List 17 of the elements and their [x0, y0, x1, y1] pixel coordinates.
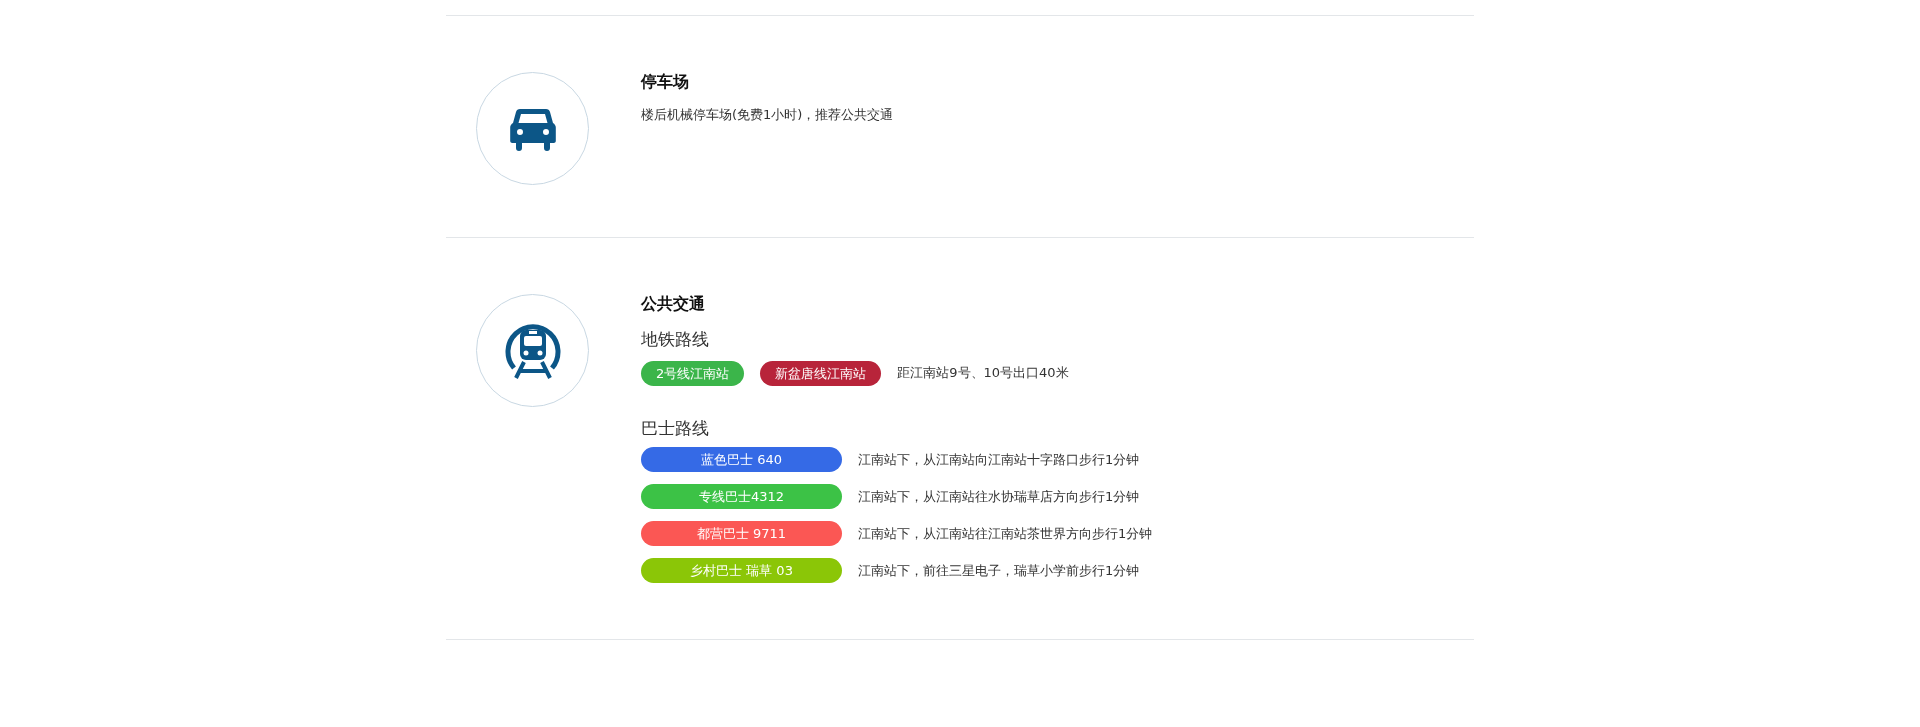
subway-heading: 地铁路线 [641, 328, 710, 352]
bus-heading: 巴士路线 [641, 416, 710, 440]
subway-line-tag: 新盆唐线江南站 [760, 360, 882, 386]
direction-text: 江南站下，前往三星电子，瑞草小学前步行1分钟 [858, 561, 1140, 580]
direction-text: 江南站下，从江南站往江南站茶世界方向步行1分钟 [858, 524, 1153, 543]
section-title: 停车场 [641, 72, 690, 92]
direction-text: 江南站下，从江南站向江南站十字路口步行1分钟 [858, 450, 1140, 469]
direction-text: 距江南站9号、10号出口40米 [897, 364, 1069, 383]
bus-route-tag: 蓝色巴士 640 [641, 447, 842, 473]
section-title: 公共交通 [641, 294, 706, 314]
subway-line-tag: 2号线江南站 [641, 360, 745, 386]
description-text: 楼后机械停车场(免费1小时)，推荐公共交通 [641, 106, 894, 125]
car-icon [509, 106, 556, 151]
bus-route-tag: 专线巴士4312 [641, 484, 842, 510]
direction-text: 江南站下，从江南站往水协瑞草店方向步行1分钟 [858, 487, 1140, 506]
bus-route-tag: 都营巴士 9711 [641, 521, 842, 547]
bus-route-tag: 乡村巴士 瑞草 03 [641, 558, 842, 584]
